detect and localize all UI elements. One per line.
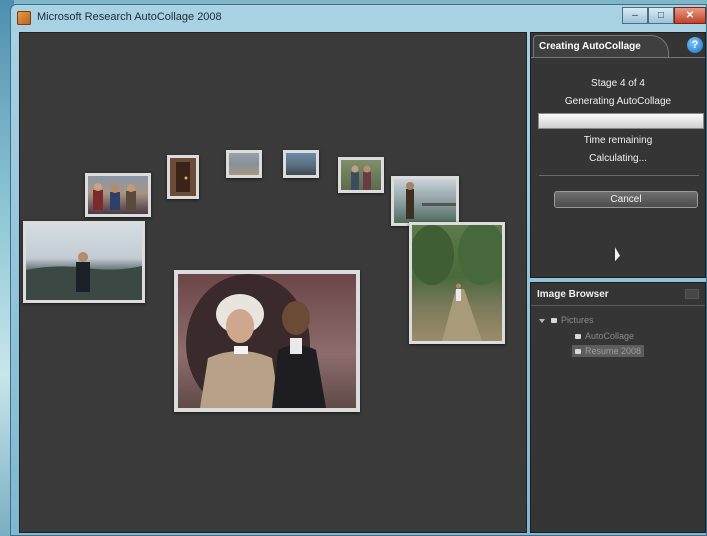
photo-garden	[409, 222, 505, 344]
collapse-icon[interactable]	[685, 289, 699, 299]
photo-einstein	[174, 270, 360, 412]
title-bar[interactable]: Microsoft Research AutoCollage 2008 – □ …	[11, 5, 706, 31]
image-browser-rule	[531, 305, 705, 306]
image-browser-title: Image Browser	[537, 289, 609, 300]
tree-item-label: Resume 2008	[585, 346, 642, 356]
image-browser-panel: Image Browser Pictures AutoCollage Resum…	[530, 282, 706, 533]
maximize-button[interactable]: □	[648, 7, 674, 24]
photo-man-lake	[23, 221, 145, 303]
photo-boat-group	[85, 173, 151, 217]
folder-icon	[575, 349, 581, 355]
mouse-cursor-icon	[615, 247, 620, 265]
time-remaining-value: Calculating...	[589, 153, 647, 164]
tree-item-label: Pictures	[561, 315, 594, 325]
expand-arrow-icon[interactable]	[539, 318, 545, 323]
time-remaining-label: Time remaining	[583, 135, 653, 146]
tree-item-pictures[interactable]: Pictures	[539, 315, 594, 325]
app-window: Microsoft Research AutoCollage 2008 – □ …	[10, 4, 707, 536]
progress-bar	[538, 113, 704, 129]
photo-beach	[226, 150, 262, 178]
panel-divider	[539, 175, 699, 176]
status-label: Generating AutoCollage	[564, 96, 672, 107]
creating-panel: Creating AutoCollage ? Stage 4 of 4 Gene…	[530, 32, 706, 278]
tab-creating-autocollage[interactable]: Creating AutoCollage	[533, 35, 669, 57]
stage-label: Stage 4 of 4	[591, 78, 645, 89]
side-panels: Creating AutoCollage ? Stage 4 of 4 Gene…	[530, 32, 706, 533]
minimize-button[interactable]: –	[622, 7, 648, 24]
panel-tab-rule	[531, 57, 705, 58]
help-icon[interactable]: ?	[687, 37, 703, 53]
photo-couple	[338, 157, 384, 193]
tree-item-resume-2008[interactable]: Resume 2008	[572, 345, 645, 357]
tree-item-autocollage[interactable]: AutoCollage	[575, 331, 634, 341]
photo-man-harbor	[391, 176, 459, 226]
app-icon	[17, 11, 31, 25]
collage-canvas	[19, 32, 527, 533]
tree-item-label: AutoCollage	[585, 331, 635, 341]
window-title: Microsoft Research AutoCollage 2008	[37, 11, 222, 23]
folder-icon	[575, 334, 581, 340]
folder-icon	[551, 318, 557, 324]
photo-city	[283, 150, 319, 178]
window-controls: – □ ✕	[622, 7, 706, 25]
cancel-button[interactable]: Cancel	[554, 191, 698, 208]
close-button[interactable]: ✕	[674, 7, 706, 24]
photo-door	[167, 155, 199, 199]
